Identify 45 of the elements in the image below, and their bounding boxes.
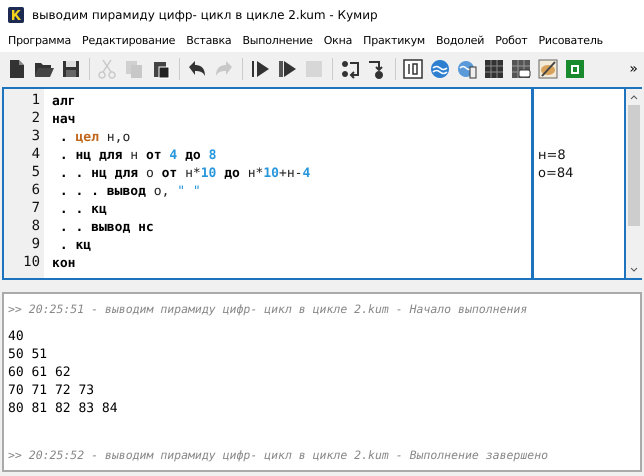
toolbar-overflow-button[interactable]: » (629, 60, 638, 77)
log-message: >> 20:25:51 - выводим пирамиду цифр- цикл в цикле 2.kum - Начало выполнения (8, 301, 528, 318)
line-number: 6 (30, 180, 41, 199)
menu-item[interactable]: Редактирование (76, 34, 180, 48)
line-number: 3 (30, 126, 41, 145)
output-line: 40 (8, 328, 25, 346)
output-line: 50 51 (8, 346, 48, 364)
code-line: . кц (58, 238, 92, 253)
menu-item[interactable]: Вставка (180, 34, 236, 48)
code-line: нач (52, 112, 76, 127)
variable-value: н=8 (538, 148, 566, 163)
code-line: . . нц для о от н*10 до н*10+н-4 (58, 166, 310, 181)
app-logo-icon (8, 6, 24, 23)
scroll-up-icon[interactable] (629, 92, 639, 101)
code-line: . . . вывод о, " " (58, 184, 201, 199)
line-number: 5 (30, 162, 41, 181)
output-line: 80 81 82 83 84 (8, 400, 119, 418)
line-number: 10 (22, 252, 41, 271)
code-line: . цел н,о (58, 130, 130, 145)
line-number: 1 (30, 90, 41, 109)
menu-item[interactable]: Окна (318, 34, 358, 48)
menu-item[interactable]: Робот (489, 34, 532, 48)
menu-item[interactable]: Рисователь (532, 34, 608, 48)
menu-item[interactable]: Программа (2, 34, 76, 48)
line-number: 9 (30, 234, 41, 253)
variable-value: о=84 (538, 166, 574, 181)
code-line: . нц для н от 4 до 8 (58, 148, 216, 163)
line-number: 8 (30, 216, 41, 235)
line-number: 2 (30, 108, 41, 127)
menu-item[interactable]: Водолей (430, 34, 490, 48)
code-line: . . вывод нс (58, 220, 154, 235)
output-line: 70 71 72 73 (8, 382, 96, 400)
vertical-scrollbar[interactable] (626, 88, 642, 278)
menu-item[interactable]: Практикум (357, 34, 430, 48)
scroll-down-icon[interactable] (629, 266, 639, 274)
line-number: 7 (30, 198, 41, 217)
code-line: . . кц (58, 202, 107, 217)
log-message: >> 20:25:52 - выводим пирамиду цифр- цикл в цикле 2.kum - Выполнение завершено (8, 447, 550, 464)
code-line: алг (52, 94, 76, 109)
code-line: кон (52, 256, 76, 271)
line-number: 4 (30, 144, 41, 163)
scrollbar-thumb[interactable] (628, 104, 640, 226)
window-title: выводим пирамиду цифр- цикл в цикле 2.kum - Кумир (32, 8, 378, 22)
output-line: 60 61 62 (8, 364, 72, 382)
menu-item[interactable]: Выполнение (236, 34, 318, 48)
